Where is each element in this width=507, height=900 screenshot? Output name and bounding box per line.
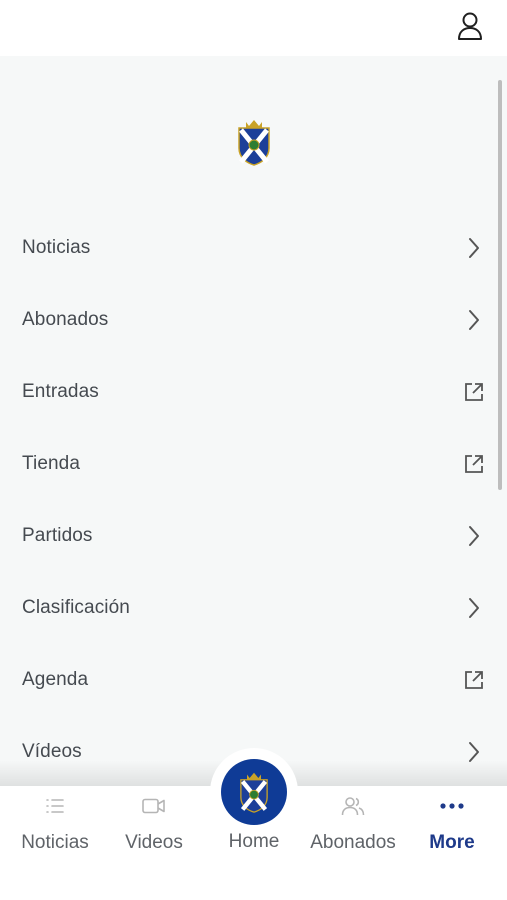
chevron-right-icon [462,596,486,620]
menu-item-abonados[interactable]: Abonados [0,284,507,356]
list-icon [45,794,65,818]
menu-item-label: Noticias [22,237,91,258]
home-button[interactable] [221,759,287,825]
nav-label: Noticias [21,832,89,853]
club-crest-icon [235,118,273,166]
menu-item-noticias[interactable]: Noticias [0,212,507,284]
menu-item-label: Partidos [22,525,93,546]
menu-item-label: Agenda [22,669,89,690]
menu-item-partidos[interactable]: Partidos [0,500,507,572]
menu-item-label: Tienda [22,453,80,474]
club-crest-icon [240,772,268,813]
nav-item-abonados[interactable]: Abonados [303,786,403,866]
menu-item-label: Entradas [22,381,99,402]
user-icon [458,12,482,40]
more-dots-icon [440,794,464,818]
external-link-icon [462,380,486,404]
profile-button[interactable] [452,8,488,44]
chevron-right-icon [462,236,486,260]
external-link-icon [462,668,486,692]
video-camera-icon [142,794,166,818]
nav-item-videos[interactable]: Videos [104,786,204,866]
menu-list: Noticias Abonados Entradas Tienda Partid… [0,212,507,786]
more-menu-panel: Noticias Abonados Entradas Tienda Partid… [0,56,507,786]
menu-item-agenda[interactable]: Agenda [0,644,507,716]
nav-label-home[interactable]: Home [204,831,304,853]
external-link-icon [462,452,486,476]
nav-label: More [429,832,475,853]
nav-item-more[interactable]: More [402,786,502,866]
nav-label: Abonados [310,832,396,853]
members-icon [341,794,365,818]
menu-item-entradas[interactable]: Entradas [0,356,507,428]
top-bar [0,0,507,56]
menu-item-clasificacion[interactable]: Clasificación [0,572,507,644]
menu-item-label: Clasificación [22,597,130,618]
menu-item-label: Abonados [22,309,109,330]
chevron-right-icon [462,524,486,548]
chevron-right-icon [462,308,486,332]
nav-label: Videos [125,832,183,853]
nav-item-noticias[interactable]: Noticias [5,786,105,866]
menu-item-tienda[interactable]: Tienda [0,428,507,500]
